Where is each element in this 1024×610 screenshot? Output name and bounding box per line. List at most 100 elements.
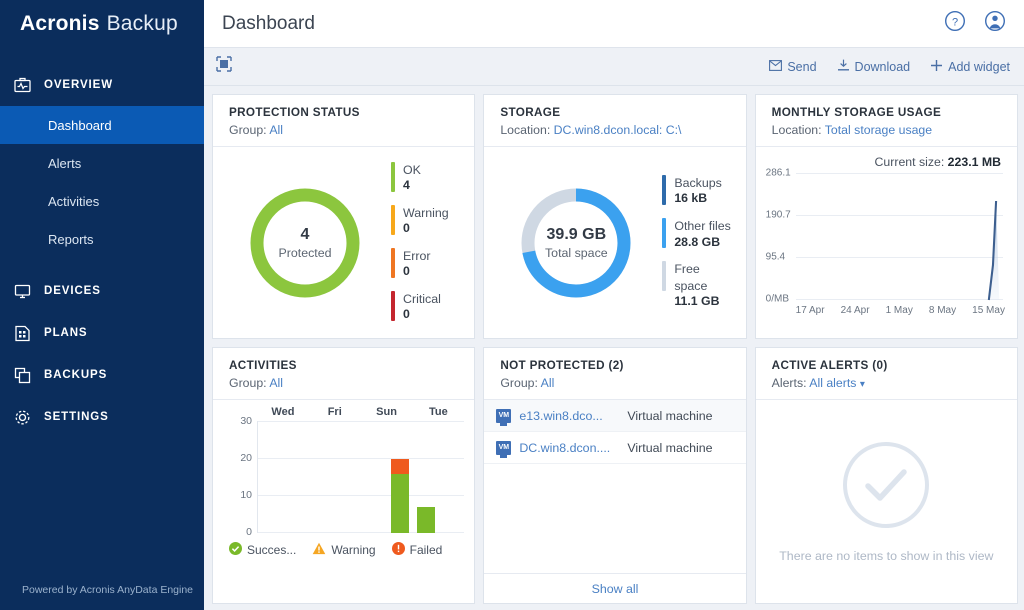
active-alerts-filter-link[interactable]: All alerts bbox=[809, 376, 856, 390]
legend-item[interactable]: Free space 11.1 GB bbox=[662, 261, 735, 309]
toolbar: Send Download Add widget bbox=[204, 48, 1024, 86]
widget-activities: ACTIVITIES Group: All Wed Fri Sun Tue bbox=[212, 347, 475, 604]
sidebar-item-plans[interactable]: PLANS bbox=[0, 312, 204, 354]
sidebar-item-backups[interactable]: BACKUPS bbox=[0, 354, 204, 396]
plus-icon bbox=[930, 59, 943, 75]
show-all-button[interactable]: Show all bbox=[484, 573, 745, 603]
bar-slot-tue[interactable] bbox=[413, 421, 439, 533]
legend-swatch-warning bbox=[391, 205, 395, 235]
monthly-storage-location-link[interactable]: Total storage usage bbox=[825, 123, 932, 137]
topbar: Dashboard ? bbox=[204, 0, 1024, 48]
x-tick-label: 24 Apr bbox=[841, 305, 870, 316]
legend-value-ok: 4 bbox=[403, 178, 421, 194]
activities-group-label: Group: bbox=[229, 376, 267, 390]
active-alerts-empty-state: There are no items to show in this view bbox=[756, 400, 1017, 603]
device-name-link[interactable]: e13.win8.dco... bbox=[519, 409, 627, 423]
device-type: Virtual machine bbox=[627, 409, 712, 423]
sidebar-item-alerts-label: Alerts bbox=[48, 156, 81, 171]
sidebar-item-reports[interactable]: Reports bbox=[0, 220, 204, 258]
success-check-icon bbox=[229, 542, 242, 558]
legend-item[interactable]: Warning 0 bbox=[391, 205, 449, 237]
page-title: Dashboard bbox=[222, 13, 315, 35]
send-button[interactable]: Send bbox=[769, 60, 816, 74]
monthly-storage-body: Current size: 223.1 MB 286.1 190.7 95.4 … bbox=[756, 147, 1017, 338]
current-size-label: Current size: bbox=[875, 155, 945, 169]
sidebar-item-backups-label: BACKUPS bbox=[44, 369, 107, 381]
legend-item-success[interactable]: Succes... bbox=[229, 542, 296, 558]
fullscreen-icon[interactable] bbox=[216, 56, 232, 77]
widget-not-protected: NOT PROTECTED (2) Group: All VM e13.win8… bbox=[483, 347, 746, 604]
monthly-storage-header: MONTHLY STORAGE USAGE Location: Total st… bbox=[756, 95, 1017, 147]
widget-active-alerts: ACTIVE ALERTS (0) Alerts: All alerts ▾ T… bbox=[755, 347, 1018, 604]
not-protected-group-link[interactable]: All bbox=[541, 376, 555, 390]
storage-total-label: Total space bbox=[545, 246, 608, 260]
legend-item[interactable]: Backups 16 kB bbox=[662, 175, 735, 207]
sidebar: Acronis Backup OVERVIEW Dashboard Alerts… bbox=[0, 0, 204, 610]
legend-value-critical: 0 bbox=[403, 307, 441, 323]
activities-bar-chart[interactable]: 30 20 10 0 bbox=[257, 421, 464, 533]
sidebar-item-devices-label: DEVICES bbox=[44, 285, 101, 297]
x-tick-label: Fri bbox=[309, 406, 361, 418]
protection-status-body: 4 Protected OK 4 bbox=[213, 147, 474, 338]
active-alerts-header: ACTIVE ALERTS (0) Alerts: All alerts ▾ bbox=[756, 348, 1017, 400]
activities-legend: Succes... Warning Failed bbox=[229, 542, 464, 558]
storage-location-link[interactable]: DC.win8.dcon.local: C:\ bbox=[554, 123, 682, 137]
y-tick-label: 30 bbox=[228, 415, 252, 427]
legend-item[interactable]: Critical 0 bbox=[391, 291, 449, 323]
sidebar-item-alerts[interactable]: Alerts bbox=[0, 144, 204, 182]
chevron-down-icon[interactable]: ▾ bbox=[860, 379, 865, 390]
device-name-link[interactable]: DC.win8.dcon.... bbox=[519, 441, 627, 455]
sidebar-item-settings[interactable]: SETTINGS bbox=[0, 396, 204, 438]
legend-item[interactable]: Error 0 bbox=[391, 248, 449, 280]
widget-storage: STORAGE Location: DC.win8.dcon.local: C:… bbox=[483, 94, 746, 339]
brand-logo: Acronis Backup bbox=[0, 0, 204, 48]
bar-slot bbox=[258, 421, 284, 533]
y-tick-label: 95.4 bbox=[766, 252, 785, 263]
legend-item-warning[interactable]: Warning bbox=[312, 542, 375, 558]
backups-icon bbox=[14, 367, 44, 384]
legend-value-backups: 16 kB bbox=[674, 191, 722, 207]
x-tick-label: 8 May bbox=[929, 305, 956, 316]
protection-status-donut[interactable]: 4 Protected bbox=[245, 183, 365, 303]
sidebar-item-activities[interactable]: Activities bbox=[0, 182, 204, 220]
help-circle-icon[interactable]: ? bbox=[944, 10, 966, 37]
sidebar-item-dashboard[interactable]: Dashboard bbox=[0, 106, 204, 144]
legend-value-other-files: 28.8 GB bbox=[674, 235, 730, 251]
legend-swatch-error bbox=[391, 248, 395, 278]
empty-state-text: There are no items to show in this view bbox=[779, 549, 993, 563]
y-tick-label: 190.7 bbox=[766, 210, 791, 221]
sidebar-item-reports-label: Reports bbox=[48, 232, 94, 247]
toolbar-action-group: Send Download Add widget bbox=[769, 59, 1010, 75]
storage-total: 39.9 GB bbox=[547, 226, 607, 244]
storage-donut[interactable]: 39.9 GB Total space bbox=[516, 183, 636, 303]
monthly-storage-subtitle: Location: Total storage usage bbox=[772, 123, 1003, 137]
vm-icon: VM bbox=[496, 441, 511, 455]
legend-value-free-space: 11.1 GB bbox=[674, 294, 735, 310]
add-widget-button[interactable]: Add widget bbox=[930, 59, 1010, 75]
plans-icon bbox=[14, 325, 44, 342]
storage-location-label: Location: bbox=[500, 123, 550, 137]
activities-group-link[interactable]: All bbox=[269, 376, 283, 390]
bar-slot-mon[interactable] bbox=[387, 421, 413, 533]
sidebar-item-overview[interactable]: OVERVIEW bbox=[0, 64, 204, 106]
user-avatar-icon[interactable] bbox=[984, 10, 1006, 37]
legend-item-failed[interactable]: Failed bbox=[392, 542, 443, 558]
legend-item[interactable]: Other files 28.8 GB bbox=[662, 218, 735, 250]
sidebar-item-settings-label: SETTINGS bbox=[44, 411, 109, 423]
protection-status-group-link[interactable]: All bbox=[269, 123, 283, 137]
monthly-storage-chart[interactable]: 286.1 190.7 95.4 0/MB bbox=[796, 173, 1003, 301]
widget-grid: PROTECTION STATUS Group: All 4 bbox=[204, 86, 1024, 610]
legend-item[interactable]: OK 4 bbox=[391, 162, 449, 194]
sidebar-item-plans-label: PLANS bbox=[44, 327, 87, 339]
sidebar-item-dashboard-label: Dashboard bbox=[48, 118, 112, 133]
table-row[interactable]: VM e13.win8.dco... Virtual machine bbox=[484, 400, 745, 432]
sidebar-item-devices[interactable]: DEVICES bbox=[0, 270, 204, 312]
download-icon bbox=[837, 59, 850, 74]
download-button[interactable]: Download bbox=[837, 59, 911, 74]
table-row[interactable]: VM DC.win8.dcon.... Virtual machine bbox=[484, 432, 745, 464]
legend-name-warning: Warning bbox=[403, 205, 449, 221]
protection-status-group-label: Group: bbox=[229, 123, 267, 137]
legend-label-success: Succes... bbox=[247, 543, 296, 557]
not-protected-header: NOT PROTECTED (2) Group: All bbox=[484, 348, 745, 400]
not-protected-title: NOT PROTECTED (2) bbox=[500, 359, 731, 372]
